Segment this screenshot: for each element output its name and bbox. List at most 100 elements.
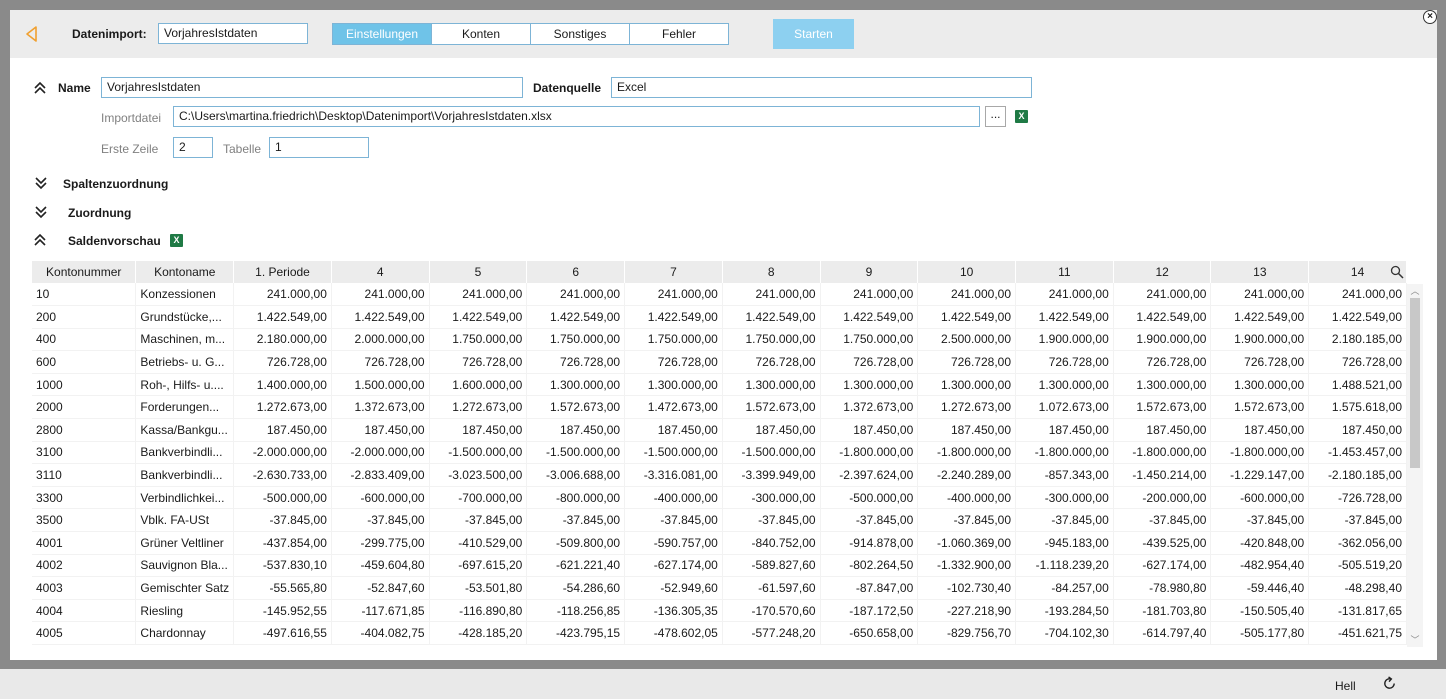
balance-cell: -478.602,05 bbox=[624, 621, 723, 645]
table-row[interactable]: 4003 Gemischter Satz -55.565,80 -52.847,60-… bbox=[32, 576, 1407, 600]
table-row[interactable]: 1000 Roh-, Hilfs- u.... 1.400.000,00 1.500.… bbox=[32, 373, 1407, 397]
account-number-cell: 4004 bbox=[32, 599, 137, 623]
excel-icon[interactable]: X bbox=[170, 234, 183, 247]
balance-cell: -193.284,50 bbox=[1015, 599, 1114, 623]
column-header[interactable]: 12 bbox=[1113, 261, 1212, 283]
section-saldenvorschau[interactable]: Saldenvorschau bbox=[68, 234, 161, 248]
column-header[interactable]: 11 bbox=[1015, 261, 1114, 283]
table-row[interactable]: 400 Maschinen, m... 2.180.000,00 2.000.000,… bbox=[32, 328, 1407, 352]
expand-chevron-icon[interactable] bbox=[34, 205, 48, 219]
balance-cell: 1.372.673,00 bbox=[331, 395, 430, 420]
tab-sonstiges[interactable]: Sonstiges bbox=[530, 23, 630, 45]
balance-cell: -37.845,00 bbox=[429, 508, 528, 533]
balance-cell: -53.501,80 bbox=[429, 576, 528, 600]
sheet-field[interactable]: 1 bbox=[269, 137, 369, 158]
section-zuordnung[interactable]: Zuordnung bbox=[68, 206, 131, 220]
balance-cell: -55.565,80 bbox=[233, 576, 332, 600]
column-header[interactable]: 5 bbox=[429, 261, 528, 283]
balance-cell: -54.286,60 bbox=[526, 576, 626, 600]
close-icon[interactable]: × bbox=[1423, 10, 1437, 24]
firstrow-field[interactable]: 2 bbox=[173, 137, 213, 158]
balance-cell: -52.847,60 bbox=[331, 576, 430, 600]
table-row[interactable]: 2000 Forderungen... 1.272.673,00 1.372.673,… bbox=[32, 395, 1407, 420]
balance-cell: -131.817,65 bbox=[1308, 599, 1407, 623]
tab-einstellungen[interactable]: Einstellungen bbox=[332, 23, 432, 45]
table-row[interactable]: 2800 Kassa/Bankgu... 187.450,00 187.450,00 1… bbox=[32, 418, 1407, 442]
import-window: Datenimport: VorjahresIstdaten Einstellu… bbox=[10, 10, 1437, 660]
back-arrow-icon[interactable] bbox=[24, 25, 40, 43]
vertical-scrollbar[interactable]: ︿ ﹀ bbox=[1407, 284, 1423, 647]
account-name-cell: Vblk. FA-USt bbox=[135, 508, 235, 533]
account-number-cell: 1000 bbox=[32, 373, 137, 397]
column-header[interactable]: 1. Periode bbox=[233, 261, 332, 283]
column-header[interactable]: Kontonummer bbox=[32, 261, 137, 283]
import-name-field[interactable]: VorjahresIstdaten bbox=[158, 23, 308, 44]
balance-cell: 1.750.000,00 bbox=[722, 328, 821, 352]
balance-cell: 1.372.673,00 bbox=[820, 395, 919, 420]
scroll-up-icon[interactable]: ︿ bbox=[1407, 284, 1423, 298]
balance-cell: 1.572.673,00 bbox=[722, 395, 821, 420]
balance-cell: 187.450,00 bbox=[1210, 418, 1310, 442]
firstrow-label: Erste Zeile bbox=[101, 142, 159, 156]
balance-cell: -1.500.000,00 bbox=[526, 441, 626, 465]
column-header[interactable]: 4 bbox=[331, 261, 430, 283]
collapse-chevron-icon[interactable] bbox=[33, 233, 47, 247]
tab-konten[interactable]: Konten bbox=[431, 23, 531, 45]
datasource-field[interactable]: Excel bbox=[611, 77, 1032, 98]
column-header[interactable]: 6 bbox=[526, 261, 626, 283]
balance-cell: 2.180.000,00 bbox=[233, 328, 332, 352]
start-button[interactable]: Starten bbox=[773, 19, 854, 49]
table-row[interactable]: 4005 Chardonnay -497.616,55 -404.082,75 -428… bbox=[32, 621, 1407, 645]
balance-cell: -37.845,00 bbox=[917, 508, 1017, 533]
account-number-cell: 4005 bbox=[32, 621, 137, 645]
balance-cell: 1.900.000,00 bbox=[1113, 328, 1212, 352]
section-spaltenzuordnung[interactable]: Spaltenzuordnung bbox=[63, 177, 168, 191]
balance-cell: -800.000,00 bbox=[526, 486, 626, 510]
table-row[interactable]: 3100 Bankverbindli... -2.000.000,00 -2.000.… bbox=[32, 441, 1407, 465]
balance-cell: 1.300.000,00 bbox=[820, 373, 919, 397]
theme-label[interactable]: Hell bbox=[1335, 679, 1356, 693]
balance-cell: 1.488.521,00 bbox=[1308, 373, 1407, 397]
column-header[interactable]: Kontoname bbox=[135, 261, 235, 283]
table-row[interactable]: 200 Grundstücke,... 1.422.549,00 1.422.549,… bbox=[32, 305, 1407, 329]
name-field[interactable]: VorjahresIstdaten bbox=[101, 77, 523, 98]
column-header[interactable]: 8 bbox=[722, 261, 821, 283]
balance-cell: -118.256,85 bbox=[526, 599, 626, 623]
refresh-icon[interactable] bbox=[1382, 676, 1397, 691]
column-header[interactable]: 13 bbox=[1210, 261, 1310, 283]
table-row[interactable]: 4002 Sauvignon Bla... -537.830,10 -459.604,… bbox=[32, 554, 1407, 578]
search-icon[interactable] bbox=[1390, 265, 1404, 279]
datasource-label: Datenquelle bbox=[533, 81, 602, 95]
column-header[interactable]: 9 bbox=[820, 261, 919, 283]
balance-cell: -78.980,80 bbox=[1113, 576, 1212, 600]
column-header[interactable]: 7 bbox=[624, 261, 723, 283]
table-row[interactable]: 600 Betriebs- u. G... 726.728,00 726.728,00… bbox=[32, 350, 1407, 374]
scroll-down-icon[interactable]: ﹀ bbox=[1407, 633, 1423, 647]
scroll-thumb[interactable] bbox=[1410, 298, 1420, 468]
table-row[interactable]: 3110 Bankverbindli... -2.630.733,00 -2.833.… bbox=[32, 463, 1407, 487]
column-header[interactable]: 10 bbox=[917, 261, 1017, 283]
table-row[interactable]: 4001 Grüner Veltliner -437.854,00 -299.775,… bbox=[32, 531, 1407, 555]
balance-cell: 187.450,00 bbox=[526, 418, 626, 442]
balance-cell: -37.845,00 bbox=[1015, 508, 1114, 533]
table-row[interactable]: 10 Konzessionen 241.000,00 241.000,00 241.00… bbox=[32, 283, 1407, 307]
account-number-cell: 3100 bbox=[32, 441, 137, 465]
balance-cell: -1.800.000,00 bbox=[1113, 441, 1212, 465]
account-number-cell: 600 bbox=[32, 350, 137, 374]
account-name-cell: Bankverbindli... bbox=[135, 463, 235, 487]
balance-cell: 1.300.000,00 bbox=[1113, 373, 1212, 397]
balance-cell: 1.300.000,00 bbox=[526, 373, 626, 397]
collapse-chevron-icon[interactable] bbox=[33, 81, 47, 95]
balance-cell: -914.878,00 bbox=[820, 531, 919, 555]
browse-button[interactable]: ... bbox=[985, 106, 1006, 127]
importfile-field[interactable]: C:\Users\martina.friedrich\Desktop\Daten… bbox=[173, 106, 980, 127]
account-number-cell: 200 bbox=[32, 305, 137, 329]
expand-chevron-icon[interactable] bbox=[34, 176, 48, 190]
table-row[interactable]: 3300 Verbindlichkei... -500.000,00 -600.000… bbox=[32, 486, 1407, 510]
tab-fehler[interactable]: Fehler bbox=[629, 23, 729, 45]
balance-cell: 1.750.000,00 bbox=[526, 328, 626, 352]
table-row[interactable]: 4004 Riesling -145.952,55 -117.671,85 -116.8… bbox=[32, 599, 1407, 623]
excel-icon[interactable]: X bbox=[1015, 110, 1028, 123]
table-row[interactable]: 3500 Vblk. FA-USt -37.845,00 -37.845,00 -37.… bbox=[32, 508, 1407, 533]
balance-cell: -52.949,60 bbox=[624, 576, 723, 600]
